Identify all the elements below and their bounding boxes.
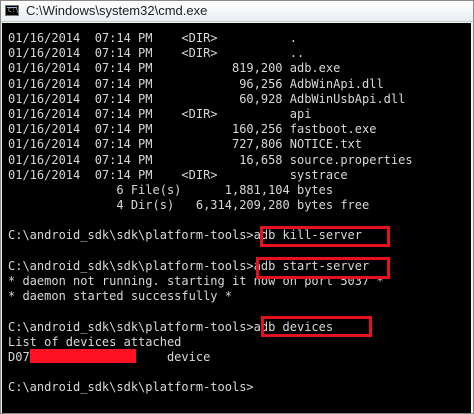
console-line: 01/16/2014 07:14 PM <DIR> api — [8, 106, 312, 121]
console-output[interactable]: 01/16/2014 07:14 PM <DIR> . 01/16/2014 0… — [2, 23, 471, 413]
console-line: * daemon started successfully * — [8, 289, 232, 304]
console-line: 01/16/2014 07:14 PM 160,256 fastboot.exe — [8, 122, 377, 137]
console-line: 6 File(s) 1,881,104 bytes — [8, 182, 334, 197]
highlight-start-server — [256, 257, 390, 279]
title-bar[interactable]: C:\ C:\Windows\system32\cmd.exe — [1, 1, 473, 22]
console-line: List of devices attached — [8, 334, 182, 349]
console-line: 01/16/2014 07:14 PM 819,200 adb.exe — [8, 61, 341, 76]
console-prompt-line[interactable]: C:\android_sdk\sdk\platform-tools> — [8, 380, 413, 395]
cmd-icon: C:\ — [5, 5, 19, 16]
console-line: 4 Dir(s) 6,314,209,280 bytes free — [8, 198, 370, 213]
console-line: 01/16/2014 07:14 PM 96,256 AdbWinApi.dll — [8, 76, 384, 91]
highlight-kill-server — [260, 226, 390, 247]
console-lines: 01/16/2014 07:14 PM <DIR> . 01/16/2014 0… — [8, 31, 413, 396]
console-line: 01/16/2014 07:14 PM <DIR> . — [8, 31, 297, 45]
cmd-icon-label: C:\ — [8, 7, 19, 14]
console-line: 01/16/2014 07:14 PM <DIR> .. — [8, 46, 305, 61]
console-line: 01/16/2014 07:14 PM 60,928 AdbWinUsbApi.… — [8, 91, 406, 106]
cmd-window: C:\ C:\Windows\system32\cmd.exe 01/16/20… — [0, 0, 474, 414]
highlight-devices — [261, 316, 372, 337]
redacted-device-serial — [30, 349, 136, 363]
console-line: 01/16/2014 07:14 PM <DIR> systrace — [8, 167, 348, 182]
window-title: C:\Windows\system32\cmd.exe — [26, 3, 208, 18]
console-line: 01/16/2014 07:14 PM 16,658 source.proper… — [8, 152, 413, 167]
console-line: 01/16/2014 07:14 PM 727,806 NOTICE.txt — [8, 137, 363, 152]
